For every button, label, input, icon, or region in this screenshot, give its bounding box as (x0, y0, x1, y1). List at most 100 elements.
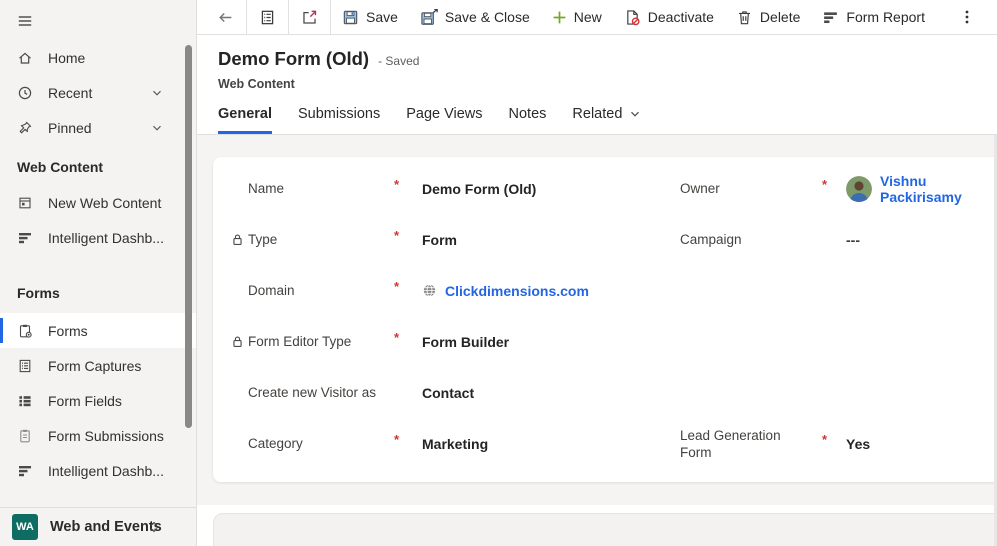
lock-icon (230, 334, 246, 350)
tab-body: Name * Demo Form (Old) Type * Form Domai… (197, 135, 997, 546)
tab-notes[interactable]: Notes (509, 102, 547, 134)
record-header: Demo Form (Old) - Saved Web Content Gene… (197, 35, 997, 135)
save-status: - Saved (378, 54, 420, 68)
owner-avatar (846, 175, 872, 202)
trash-icon (736, 9, 753, 26)
web-content-icon (17, 195, 33, 211)
area-switcher-label: Web and Events (50, 519, 162, 535)
field-campaign: Campaign --- (680, 231, 860, 248)
field-column-left: Name * Demo Form (Old) Type * Form Domai… (233, 163, 663, 469)
sidebar-nav: Home Recent Pinned Web Content New Web C… (0, 40, 196, 507)
sidebar-item-new-web-content[interactable]: New Web Content (0, 185, 196, 220)
field-category-value[interactable]: Marketing (422, 436, 488, 452)
page-bottom-strip (197, 505, 997, 546)
sidebar-item-form-fields[interactable]: Form Fields (0, 383, 196, 418)
report-bars-icon (822, 9, 839, 26)
form-view-button[interactable] (247, 0, 288, 34)
sidebar-item-label: Intelligent Dashb... (48, 229, 164, 246)
clock-icon (17, 85, 33, 101)
tab-related[interactable]: Related (572, 102, 641, 134)
field-name-value[interactable]: Demo Form (Old) (422, 181, 536, 197)
save-button[interactable]: Save (331, 0, 409, 34)
vertical-ellipsis-icon (965, 10, 969, 24)
save-floppy-icon (342, 9, 359, 26)
field-lead-generation-form: Lead Generation Form * Yes (680, 418, 993, 469)
page-title: Demo Form (Old) (218, 48, 370, 69)
required-marker: * (394, 279, 400, 294)
required-marker: * (822, 432, 828, 447)
sidebar-item-pinned[interactable]: Pinned (0, 110, 196, 145)
sidebar-item-form-submissions[interactable]: Form Submissions (0, 418, 196, 453)
chevron-down-icon[interactable] (150, 121, 164, 135)
command-bar: Save Save & Close New Deactivate Delete … (197, 0, 997, 35)
dashboard-bars-icon (17, 463, 33, 479)
general-section-card: Name * Demo Form (Old) Type * Form Domai… (213, 157, 997, 482)
tab-general[interactable]: General (218, 102, 272, 134)
sidebar-item-recent[interactable]: Recent (0, 75, 196, 110)
sidebar-item-intelligent-dashboards-2[interactable]: Intelligent Dashb... (0, 453, 196, 488)
sidebar-scrollbar[interactable] (185, 45, 192, 428)
sidebar-item-label: Intelligent Dashb... (48, 462, 164, 479)
required-marker: * (394, 177, 400, 192)
sidebar-item-intelligent-dashboards-1[interactable]: Intelligent Dashb... (0, 220, 196, 255)
deactivate-icon (624, 9, 641, 26)
field-type: Type * Form (233, 214, 663, 265)
field-name: Name * Demo Form (Old) (248, 163, 663, 214)
back-button[interactable] (205, 0, 246, 34)
form-fields-list-icon (17, 393, 33, 409)
form-report-button[interactable]: Form Report (811, 0, 936, 34)
empty-row (680, 367, 993, 418)
field-create-new-visitor-as: Create new Visitor as Contact (248, 384, 475, 401)
field-column-right: Owner * Vishnu Packirisamy Campaign --- (680, 163, 993, 469)
entity-type-label: Web Content (218, 77, 295, 91)
popout-button[interactable] (289, 0, 330, 34)
empty-row (680, 265, 993, 316)
required-marker: * (394, 228, 400, 243)
hamburger-menu-button[interactable] (0, 0, 196, 40)
save-and-close-button[interactable]: Save & Close (409, 0, 541, 34)
save-close-icon (420, 8, 438, 26)
hamburger-icon (17, 12, 33, 28)
lock-icon (230, 232, 246, 248)
field-domain-value[interactable]: Clickdimensions.com (422, 283, 589, 299)
field-create-new-visitor-as-value[interactable]: Contact (422, 385, 474, 401)
globe-icon (422, 283, 437, 298)
sidebar-item-form-captures[interactable]: Form Captures (0, 348, 196, 383)
field-campaign-value[interactable]: --- (846, 232, 860, 248)
unfold-chevrons-icon (146, 519, 162, 535)
deactivate-button[interactable]: Deactivate (613, 0, 725, 34)
field-domain: Domain * Clickdimensions.com (248, 265, 663, 316)
plus-icon (552, 10, 567, 25)
record-tabs: General Submissions Page Views Notes Rel… (218, 102, 997, 134)
tab-submissions[interactable]: Submissions (298, 102, 380, 134)
sidebar-item-label: Forms (48, 322, 88, 339)
sidebar-item-label: Home (48, 49, 86, 66)
sidebar-item-label: New Web Content (48, 194, 162, 211)
field-type-value[interactable]: Form (422, 232, 457, 248)
sidebar-item-home[interactable]: Home (0, 40, 196, 75)
dashboard-bars-icon (17, 230, 33, 246)
chevron-down-icon (629, 108, 641, 120)
sidebar-item-label: Form Fields (48, 392, 122, 409)
form-captures-icon (17, 358, 33, 374)
field-owner-value[interactable]: Vishnu Packirisamy (846, 173, 993, 205)
required-marker: * (394, 330, 400, 345)
field-owner: Owner * Vishnu Packirisamy (680, 163, 993, 214)
field-lead-generation-form-value[interactable]: Yes (846, 436, 870, 452)
field-category: Category * Marketing (248, 418, 663, 469)
new-button[interactable]: New (541, 0, 613, 34)
more-commands-button[interactable] (950, 0, 984, 34)
field-form-editor-type-value[interactable]: Form Builder (422, 334, 509, 350)
required-marker: * (822, 177, 828, 192)
chevron-down-icon[interactable] (150, 86, 164, 100)
clipboard-icon (17, 428, 33, 444)
sidebar-group-forms: Forms (17, 285, 60, 301)
required-marker: * (394, 432, 400, 447)
area-switcher[interactable]: WA Web and Events (0, 507, 196, 546)
tab-page-views[interactable]: Page Views (406, 102, 482, 134)
pin-icon (17, 120, 33, 136)
sidebar-item-forms[interactable]: Forms (0, 313, 196, 348)
home-icon (17, 50, 33, 66)
delete-button[interactable]: Delete (725, 0, 811, 34)
area-badge: WA (12, 514, 38, 540)
